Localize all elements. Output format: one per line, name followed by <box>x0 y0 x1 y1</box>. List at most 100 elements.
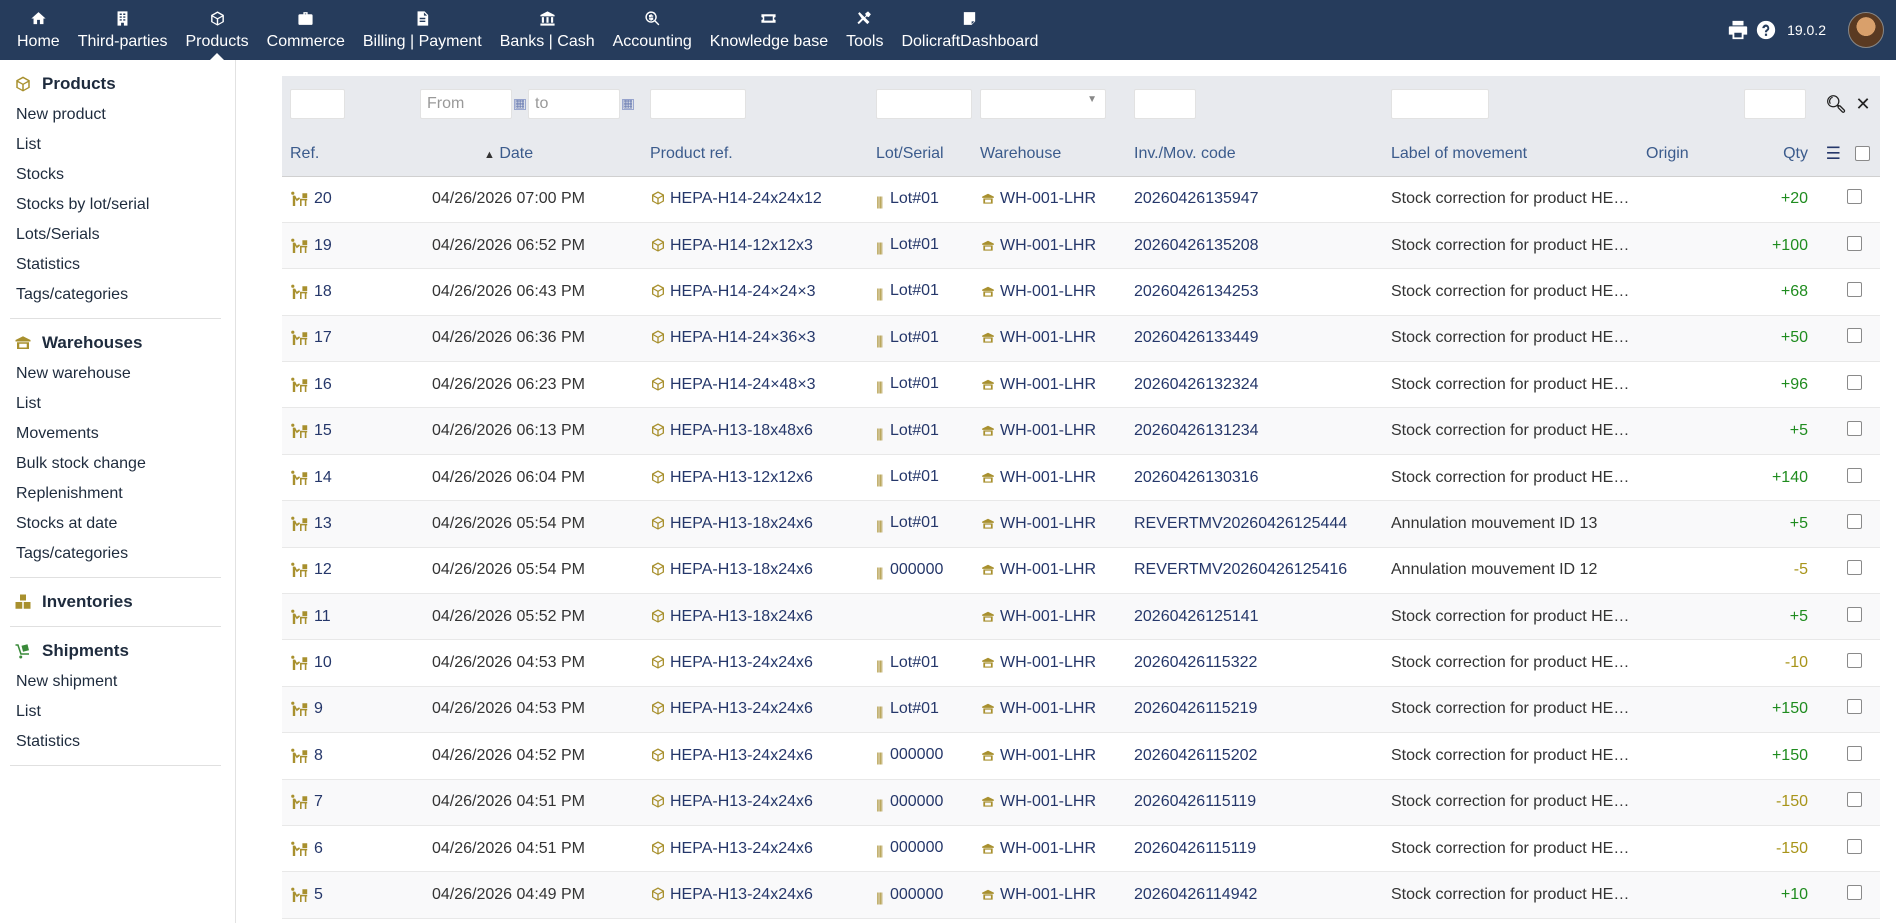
lot-serial[interactable]: |||| Lot#01 <box>868 315 972 363</box>
row-checkbox[interactable] <box>1846 699 1862 715</box>
warehouse-ref[interactable]: WH-001-LHR <box>972 871 1126 919</box>
product-ref[interactable]: HEPA-H13-18x48x6 <box>642 407 868 455</box>
menu-title-products[interactable]: Products <box>10 60 221 100</box>
movement-ref[interactable]: 13 <box>282 500 412 548</box>
search-icon[interactable]: 🔍︎ <box>1825 95 1847 114</box>
col-origin[interactable]: Origin <box>1646 132 1726 177</box>
movement-code[interactable]: 20260426115119 <box>1126 825 1383 873</box>
menu-item-new-warehouse[interactable]: New warehouse <box>10 359 221 389</box>
menu-item-stocks-at-date[interactable]: Stocks at date <box>10 509 221 539</box>
table-row[interactable]: 20 04/26/2026 07:00 PM HEPA-H14-24x24x12… <box>282 176 1880 223</box>
movement-ref[interactable]: 15 <box>282 407 412 455</box>
movement-code[interactable]: 20260426114942 <box>1126 871 1383 919</box>
product-ref[interactable]: HEPA-H14-24×36×3 <box>642 315 868 363</box>
movement-ref[interactable]: 16 <box>282 361 412 409</box>
topnav-billing[interactable]: Billing | Payment <box>354 0 491 60</box>
table-row[interactable]: 15 04/26/2026 06:13 PM HEPA-H13-18x48x6 … <box>282 407 1880 455</box>
product-ref[interactable]: HEPA-H13-24x24x6 <box>642 732 868 780</box>
row-checkbox[interactable] <box>1846 235 1862 251</box>
lot-serial[interactable]: |||| 000000 <box>868 732 972 780</box>
product-ref[interactable]: HEPA-H14-24x24x12 <box>642 176 868 223</box>
menu-item-warehouse-tags[interactable]: Tags/categories <box>10 539 221 569</box>
movement-ref[interactable]: 9 <box>282 686 412 734</box>
product-ref[interactable]: HEPA-H13-24x24x6 <box>642 639 868 687</box>
warehouse-ref[interactable]: WH-001-LHR <box>972 825 1126 873</box>
menu-item-shipment-statistics[interactable]: Statistics <box>10 727 221 757</box>
menu-item-product-tags[interactable]: Tags/categories <box>10 280 221 310</box>
movement-code[interactable]: 20260426115119 <box>1126 779 1383 826</box>
table-row[interactable]: 9 04/26/2026 04:53 PM HEPA-H13-24x24x6 |… <box>282 686 1880 734</box>
menu-item-warehouse-list[interactable]: List <box>10 389 221 419</box>
movement-ref[interactable]: 10 <box>282 639 412 687</box>
movement-ref[interactable]: 11 <box>282 593 412 641</box>
movement-ref[interactable]: 14 <box>282 454 412 502</box>
table-row[interactable]: 16 04/26/2026 06:23 PM HEPA-H14-24×48×3 … <box>282 361 1880 409</box>
filter-code-input[interactable] <box>1134 89 1196 119</box>
table-row[interactable]: 10 04/26/2026 04:53 PM HEPA-H13-24x24x6 … <box>282 639 1880 687</box>
topnav-dolicraft-dashboard[interactable]: DolicraftDashboard <box>892 0 1047 60</box>
menu-item-product-list[interactable]: List <box>10 130 221 160</box>
product-ref[interactable]: HEPA-H14-24×48×3 <box>642 361 868 409</box>
product-ref[interactable]: HEPA-H13-18x24x6 <box>642 593 868 641</box>
movement-ref[interactable]: 18 <box>282 268 412 316</box>
print-icon[interactable] <box>1727 19 1749 41</box>
menu-item-shipment-list[interactable]: List <box>10 697 221 727</box>
calendar-icon[interactable]: ▦ <box>513 98 526 110</box>
filter-label-input[interactable] <box>1391 89 1489 119</box>
lot-serial[interactable]: |||| Lot#01 <box>868 361 972 409</box>
row-checkbox[interactable] <box>1846 745 1862 761</box>
menu-title-shipments[interactable]: Shipments <box>10 627 221 667</box>
topnav-commerce[interactable]: Commerce <box>258 0 354 60</box>
movement-code[interactable]: 20260426131234 <box>1126 407 1383 455</box>
warehouse-ref[interactable]: WH-001-LHR <box>972 407 1126 455</box>
product-ref[interactable]: HEPA-H13-24x24x6 <box>642 825 868 873</box>
table-row[interactable]: 19 04/26/2026 06:52 PM HEPA-H14-12x12x3 … <box>282 222 1880 270</box>
lot-serial[interactable]: |||| 000000 <box>868 779 972 826</box>
row-checkbox[interactable] <box>1846 792 1862 808</box>
col-lot[interactable]: Lot/Serial <box>868 132 972 177</box>
filter-date-from-input[interactable]: From <box>420 89 512 119</box>
lot-serial[interactable]: |||| Lot#01 <box>868 222 972 270</box>
warehouse-ref[interactable]: WH-001-LHR <box>972 639 1126 687</box>
table-row[interactable]: 17 04/26/2026 06:36 PM HEPA-H14-24×36×3 … <box>282 315 1880 363</box>
warehouse-ref[interactable]: WH-001-LHR <box>972 779 1126 826</box>
row-checkbox[interactable] <box>1846 513 1862 529</box>
lot-serial[interactable]: |||| Lot#01 <box>868 268 972 316</box>
row-checkbox[interactable] <box>1846 421 1862 437</box>
table-row[interactable]: 7 04/26/2026 04:51 PM HEPA-H13-24x24x6 |… <box>282 779 1880 826</box>
warehouse-ref[interactable]: WH-001-LHR <box>972 361 1126 409</box>
col-product[interactable]: Product ref. <box>642 132 868 177</box>
product-ref[interactable]: HEPA-H13-12x12x6 <box>642 454 868 502</box>
movement-code[interactable]: 20260426135947 <box>1126 176 1383 223</box>
table-row[interactable]: 8 04/26/2026 04:52 PM HEPA-H13-24x24x6 |… <box>282 732 1880 780</box>
menu-item-new-product[interactable]: New product <box>10 100 221 130</box>
col-date[interactable]: ▲ Date <box>412 132 642 177</box>
movement-ref[interactable]: 7 <box>282 779 412 826</box>
menu-item-lots-serials[interactable]: Lots/Serials <box>10 220 221 250</box>
warehouse-ref[interactable]: WH-001-LHR <box>972 500 1126 548</box>
user-avatar[interactable] <box>1848 12 1884 48</box>
movement-code[interactable]: 20260426115219 <box>1126 686 1383 734</box>
lot-serial[interactable]: |||| 000000 <box>868 825 972 873</box>
movement-ref[interactable]: 8 <box>282 732 412 780</box>
table-row[interactable]: 12 04/26/2026 05:54 PM HEPA-H13-18x24x6 … <box>282 547 1880 595</box>
lot-serial[interactable]: |||| 000000 <box>868 547 972 595</box>
filter-warehouse-select[interactable]: ▼ <box>980 89 1106 119</box>
warehouse-ref[interactable]: WH-001-LHR <box>972 547 1126 595</box>
movement-ref[interactable]: 5 <box>282 871 412 919</box>
row-checkbox[interactable] <box>1846 838 1862 854</box>
select-all-checkbox[interactable] <box>1855 145 1871 161</box>
topnav-home[interactable]: Home <box>8 0 69 60</box>
close-icon[interactable]: ✕ <box>1855 94 1870 114</box>
movement-code[interactable]: REVERTMV20260426125444 <box>1126 500 1383 548</box>
row-checkbox[interactable] <box>1846 653 1862 669</box>
lot-serial[interactable] <box>868 593 972 641</box>
product-ref[interactable]: HEPA-H13-24x24x6 <box>642 779 868 826</box>
list-columns-icon[interactable]: ☰ <box>1826 144 1841 163</box>
lot-serial[interactable]: |||| Lot#01 <box>868 686 972 734</box>
warehouse-ref[interactable]: WH-001-LHR <box>972 315 1126 363</box>
menu-title-inventories[interactable]: Inventories <box>10 578 221 618</box>
movement-code[interactable]: 20260426115202 <box>1126 732 1383 780</box>
lot-serial[interactable]: |||| 000000 <box>868 871 972 919</box>
calendar-icon[interactable]: ▦ <box>621 98 634 110</box>
